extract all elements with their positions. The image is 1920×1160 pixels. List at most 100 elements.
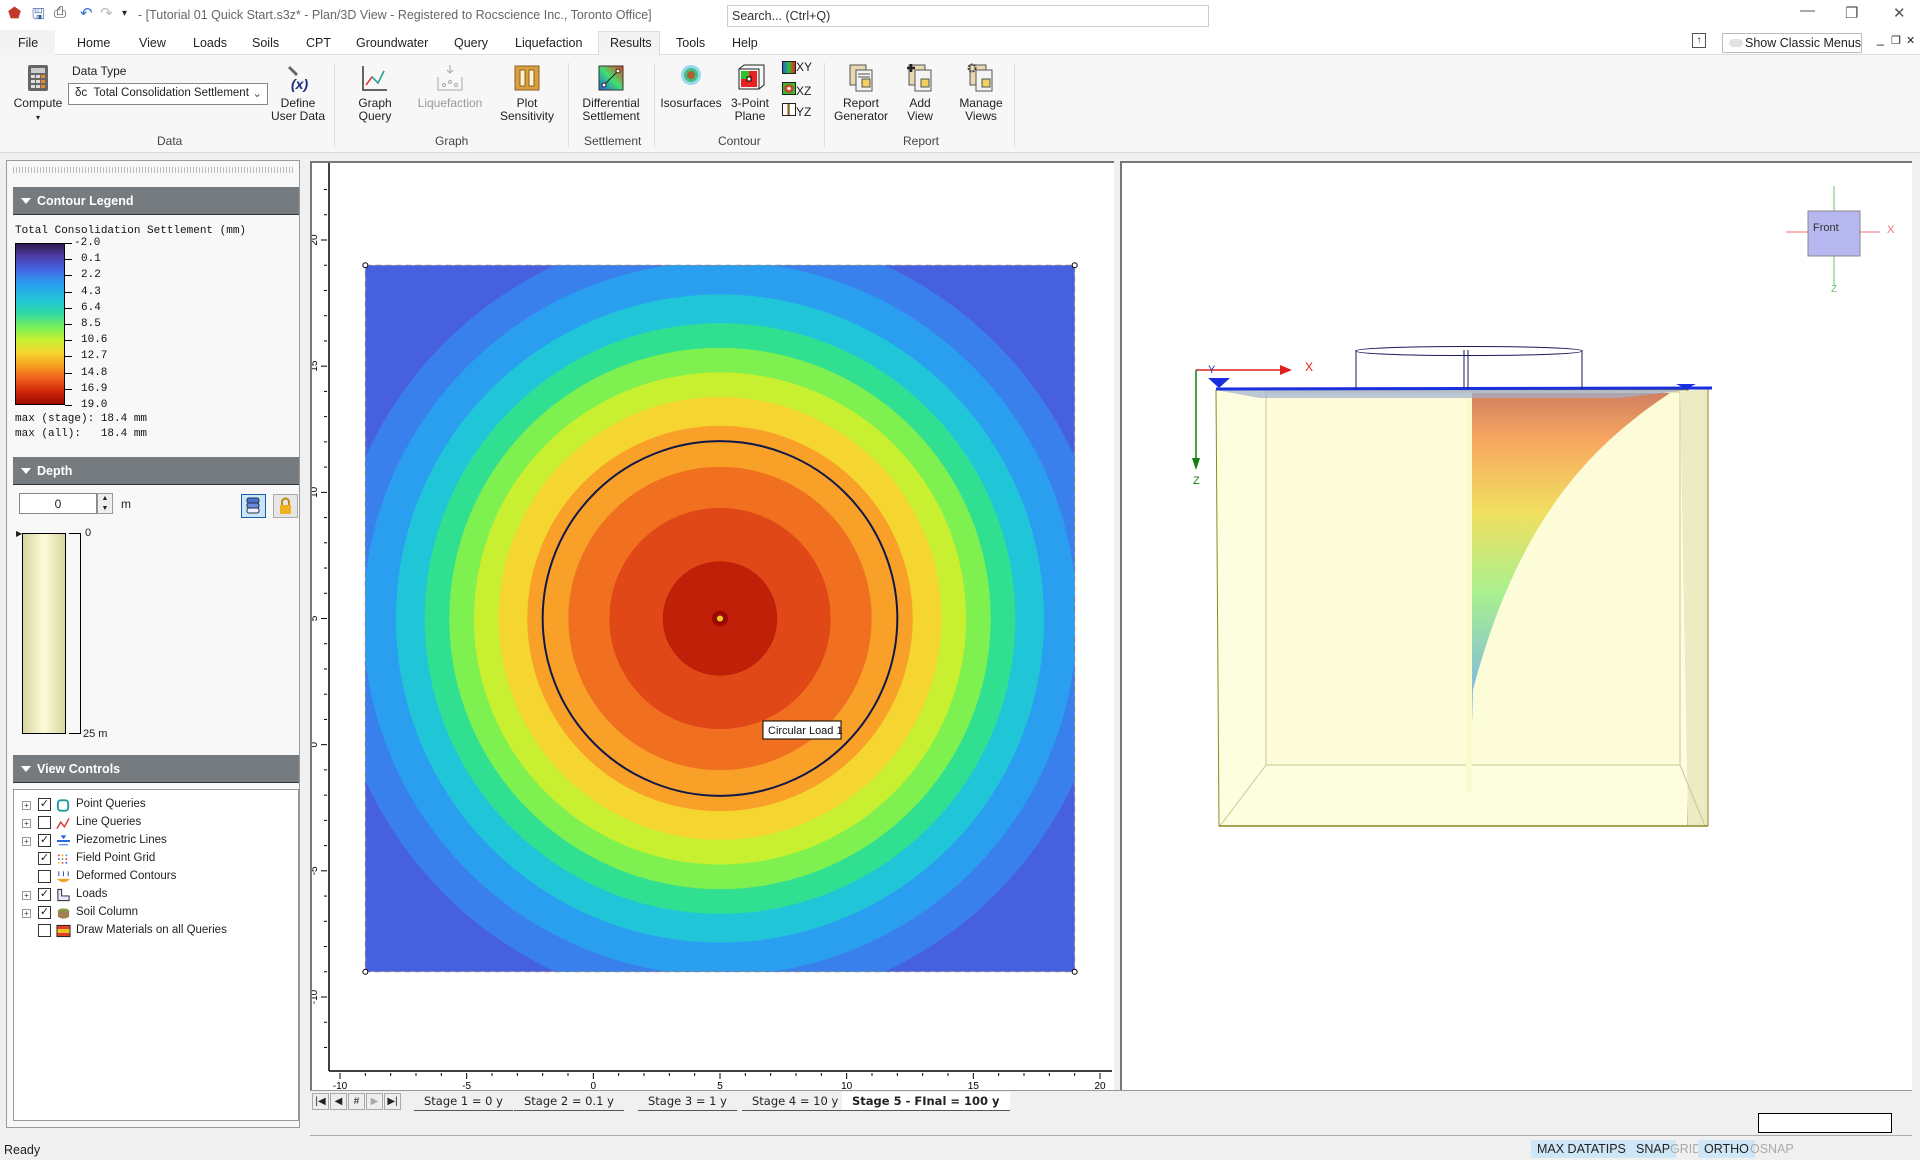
tab-help[interactable]: Help [732, 36, 758, 50]
checkbox[interactable] [38, 870, 51, 883]
checkbox[interactable]: ✓ [38, 834, 51, 847]
expand-icon[interactable]: + [22, 909, 31, 918]
checkbox[interactable] [38, 816, 51, 829]
tab-results[interactable]: Results [610, 36, 652, 50]
depth-stepper[interactable]: ▲ ▼ [97, 493, 113, 514]
tab-loads[interactable]: Loads [193, 36, 227, 50]
expand-icon[interactable]: + [22, 819, 31, 828]
tab-cpt[interactable]: CPT [306, 36, 331, 50]
checkbox[interactable]: ✓ [38, 906, 51, 919]
print-icon[interactable]: ⎙ [54, 4, 66, 21]
depth-unit: m [121, 497, 131, 511]
next-stage-button[interactable]: ▶ [366, 1093, 383, 1110]
legend-level-label: 14.8 [81, 366, 108, 379]
cube-x-label: X [1887, 224, 1895, 236]
restore-icon[interactable]: ❐ [1845, 4, 1858, 22]
contour-legend-header[interactable]: Contour Legend [13, 187, 299, 215]
panel-grip[interactable] [13, 167, 293, 173]
depth-header[interactable]: Depth [13, 457, 299, 485]
3d-view-canvas[interactable]: X Y Z Front X Z [1122, 163, 1912, 1090]
stage-tab-4[interactable]: Stage 4 = 10 y [742, 1092, 849, 1111]
tab-query[interactable]: Query [454, 36, 488, 50]
differential-settlement-button[interactable]: Differential Settlement [578, 63, 644, 123]
3d-view[interactable]: X Y Z Front X Z [1120, 161, 1912, 1090]
plan-view[interactable]: Circular Load 1 20 15 10 5 0 -5 -10 -10 -5 0 5 10 15 2… [309, 161, 1114, 1092]
first-stage-button[interactable]: |◀ [312, 1093, 329, 1110]
tab-liquefaction[interactable]: Liquefaction [515, 36, 582, 50]
view-controls-header[interactable]: View Controls [13, 755, 299, 783]
manage-views-button[interactable]: Manage Views [954, 63, 1008, 123]
expand-icon[interactable]: + [22, 837, 31, 846]
last-stage-button[interactable]: ▶| [384, 1093, 401, 1110]
report-generator-button[interactable]: Report Generator [832, 63, 890, 123]
stage-tab-1[interactable]: Stage 1 = 0 y [414, 1092, 513, 1111]
layers-button[interactable] [241, 494, 266, 518]
expand-icon[interactable]: + [22, 891, 31, 900]
compute-button[interactable]: Compute ▾ [12, 63, 64, 124]
checkbox[interactable]: ✓ [38, 888, 51, 901]
group-label-settlement: Settlement [584, 134, 642, 148]
doc-close-icon[interactable]: ✕ [1906, 34, 1915, 47]
expand-icon[interactable]: + [22, 801, 31, 810]
stage-tab-2[interactable]: Stage 2 = 0.1 y [514, 1092, 624, 1111]
plane-yz-button[interactable]: YZ [782, 103, 818, 119]
collapse-ribbon-icon[interactable]: ↑ [1692, 33, 1706, 48]
doc-restore-icon[interactable]: ❐ [1891, 34, 1901, 47]
minimize-icon[interactable]: — [1800, 2, 1815, 19]
doc-minimize-icon[interactable]: _ [1877, 32, 1884, 46]
isosurfaces-button[interactable]: Isosurfaces [660, 63, 722, 110]
grid-corner-point [1071, 968, 1078, 975]
checkbox[interactable] [38, 924, 51, 937]
x-tick-label: 10 [841, 1081, 853, 1090]
undo-icon[interactable]: ↶ [80, 4, 93, 22]
app-logo-icon: ⬟ [8, 5, 22, 22]
lock-icon [280, 497, 291, 514]
search-input[interactable]: Search... (Ctrl+Q) [727, 5, 1209, 27]
three-point-plane-button[interactable]: 3-Point Plane [728, 63, 772, 123]
lock-button[interactable] [273, 494, 298, 518]
x-axis-label: X [1305, 360, 1313, 374]
checkbox[interactable]: ✓ [38, 798, 51, 811]
tab-view[interactable]: View [139, 36, 166, 50]
compute-dropdown-icon: ▾ [35, 113, 40, 122]
customize-quick-access-icon[interactable]: ▾ [122, 8, 127, 19]
plane-xy-button[interactable]: XY [782, 61, 818, 75]
tab-groundwater[interactable]: Groundwater [356, 36, 428, 50]
stage-tabs: |◀ ◀ # ▶ ▶| Stage 1 = 0 y Stage 2 = 0.1 … [310, 1090, 1912, 1112]
stage-tab-5[interactable]: Stage 5 - FInal = 100 y [842, 1092, 1010, 1111]
depth-bracket [69, 533, 81, 734]
legend-level-label: 10.6 [81, 334, 108, 347]
close-icon[interactable]: ✕ [1893, 4, 1906, 22]
sensitivity-icon [514, 65, 540, 91]
tree-item-label: Draw Materials on all Queries [76, 924, 227, 936]
plane-xz-label: XZ [796, 84, 812, 98]
save-icon[interactable]: 🖫 [32, 4, 45, 29]
report-generator-label-2: Generator [833, 109, 889, 123]
plot-sensitivity-button[interactable]: Plot Sensitivity [496, 63, 558, 123]
plan-view-canvas[interactable]: Circular Load 1 20 15 10 5 0 -5 -10 -10 -5 0 5 10 15 2… [309, 163, 1114, 1092]
prev-stage-button[interactable]: ◀ [330, 1093, 347, 1110]
data-type-select[interactable]: δc Total Consolidation Settlement ⌄ [68, 83, 268, 105]
liquefaction-label: Liquefaction [417, 96, 483, 110]
redo-icon[interactable]: ↷ [100, 4, 113, 22]
status-max-datatips[interactable]: MAX DATATIPS [1531, 1140, 1632, 1158]
tab-soils[interactable]: Soils [252, 36, 279, 50]
add-view-button[interactable]: Add View [896, 63, 944, 123]
checkbox[interactable]: ✓ [38, 852, 51, 865]
cube-front-label: Front [1813, 222, 1839, 234]
liquefaction-button[interactable]: Liquefaction [414, 63, 486, 110]
view-cube[interactable]: Front X Z [1786, 186, 1895, 295]
define-user-data-button[interactable]: (x) Define User Data [268, 63, 328, 123]
plane-xz-button[interactable]: XZ [782, 82, 818, 98]
tab-tools[interactable]: Tools [676, 36, 705, 50]
status-osnap[interactable]: OSNAP [1744, 1140, 1800, 1158]
tree-item-label: Piezometric Lines [76, 834, 167, 846]
graph-query-button[interactable]: Graph Query [350, 63, 400, 123]
tab-home[interactable]: Home [77, 36, 110, 50]
depth-input[interactable]: 0 [19, 493, 97, 514]
stage-number-button[interactable]: # [348, 1093, 365, 1110]
tab-file[interactable]: File [0, 30, 55, 55]
stage-tab-3[interactable]: Stage 3 = 1 y [638, 1092, 737, 1111]
field-point-grid-icon [57, 854, 68, 864]
show-classic-menus-toggle[interactable]: Show Classic Menus [1722, 33, 1862, 53]
